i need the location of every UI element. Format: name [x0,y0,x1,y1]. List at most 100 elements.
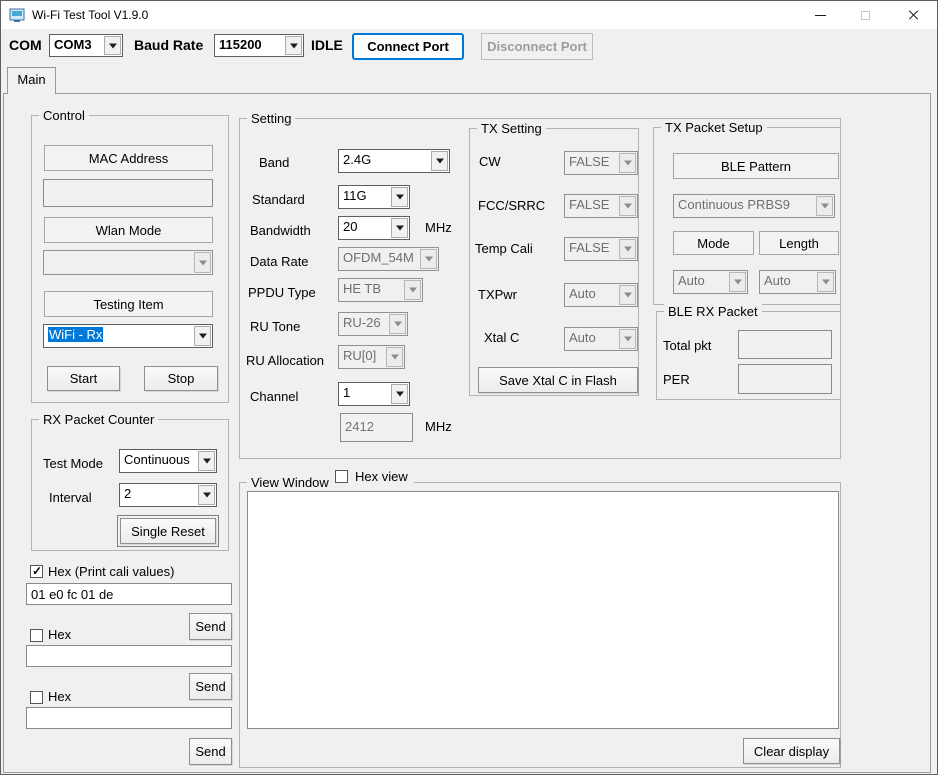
window-title: Wi-Fi Test Tool V1.9.0 [32,8,148,22]
channel-value: 1 [339,383,390,405]
single-reset-button[interactable]: Single Reset [120,518,216,544]
length-value: Auto [760,271,816,293]
chevron-down-icon [420,249,437,269]
wlan-mode-button[interactable]: Wlan Mode [44,217,213,243]
chevron-down-icon [619,239,636,259]
per-field [738,364,832,394]
ru-tone-select: RU-26 [338,312,408,336]
hex-input-2[interactable] [26,645,232,667]
chevron-down-icon [431,151,448,171]
chevron-down-icon [391,187,408,207]
chevron-down-icon [619,153,636,173]
minimize-button[interactable] [798,1,843,29]
ppdu-type-select: HE TB [338,278,423,302]
rx-packet-counter-title: RX Packet Counter [39,412,158,427]
wlan-mode-value [44,251,193,274]
length-button[interactable]: Length [759,231,839,255]
maximize-button [843,1,888,29]
mode-select: Auto [673,270,748,294]
testing-item-select[interactable]: WiFi - Rx [43,324,213,348]
standard-select[interactable]: 11G [338,185,410,209]
hex-cali-input[interactable] [26,583,232,605]
test-mode-select[interactable]: Continuous [119,449,217,473]
ru-tone-value: RU-26 [339,313,388,335]
interval-select[interactable]: 2 [119,483,217,507]
maximize-icon [861,11,870,20]
ppdu-type-label: PPDU Type [248,285,316,300]
frequency-field: 2412 [340,413,413,442]
chevron-down-icon [386,347,403,367]
ble-pattern-value: Continuous PRBS9 [674,195,815,217]
hex-label-3: Hex [48,689,71,704]
mode-button[interactable]: Mode [673,231,754,255]
chevron-down-icon [104,36,121,55]
chevron-down-icon [194,326,211,346]
hex-checkbox-3[interactable] [30,691,43,704]
send-button-1[interactable]: Send [189,613,232,640]
bandwidth-label: Bandwidth [250,223,311,238]
chevron-down-icon [816,196,833,216]
chevron-down-icon [619,285,636,305]
stop-button[interactable]: Stop [144,366,218,391]
interval-label: Interval [49,490,92,505]
start-button[interactable]: Start [47,366,120,391]
close-button[interactable] [888,1,938,29]
chevron-down-icon [404,280,421,300]
com-port-select[interactable]: COM3 [49,34,123,57]
app-icon [9,7,25,23]
txpwr-value: Auto [565,284,618,306]
control-group-title: Control [39,108,89,123]
baud-rate-label: Baud Rate [134,37,203,53]
wlan-mode-select [43,250,213,275]
hex-input-3[interactable] [26,707,232,729]
tx-setting-title: TX Setting [477,121,546,136]
frequency-unit: MHz [425,419,452,434]
send-button-3[interactable]: Send [189,738,232,765]
ble-pattern-button[interactable]: BLE Pattern [673,153,839,179]
bandwidth-select[interactable]: 20 [338,216,410,240]
ru-allocation-value: RU[0] [339,346,385,368]
temp-cali-value: FALSE [565,238,618,260]
baud-rate-select[interactable]: 115200 [214,34,304,57]
cw-label: CW [479,154,501,169]
fcc-srrc-value: FALSE [565,195,618,217]
hex-view-label: Hex view [355,469,408,484]
chevron-down-icon [619,329,636,349]
data-rate-value: OFDM_54M [339,248,419,270]
standard-label: Standard [252,192,305,207]
per-label: PER [663,372,690,387]
fcc-srrc-select: FALSE [564,194,638,218]
txpwr-select: Auto [564,283,638,307]
chevron-down-icon [391,384,408,404]
connect-port-button[interactable]: Connect Port [352,33,464,60]
chevron-down-icon [391,218,408,238]
title-bar: Wi-Fi Test Tool V1.9.0 [1,1,937,29]
ru-allocation-label: RU Allocation [246,353,324,368]
temp-cali-select: FALSE [564,237,638,261]
testing-item-button[interactable]: Testing Item [44,291,213,317]
length-select: Auto [759,270,836,294]
save-xtal-button[interactable]: Save Xtal C in Flash [478,367,638,393]
tab-main[interactable]: Main [7,67,56,94]
channel-select[interactable]: 1 [338,382,410,406]
mode-value: Auto [674,271,728,293]
view-window-textarea[interactable] [247,491,839,729]
hex-view-checkbox[interactable] [335,470,348,483]
ru-tone-label: RU Tone [250,319,300,334]
ble-pattern-select: Continuous PRBS9 [673,194,835,218]
chevron-down-icon [198,451,215,471]
hex-view-option: Hex view [329,467,414,486]
send-button-2[interactable]: Send [189,673,232,700]
hex-checkbox-2[interactable] [30,629,43,642]
clear-display-button[interactable]: Clear display [743,738,840,764]
chevron-down-icon [198,485,215,505]
hex-cali-checkbox[interactable] [30,565,43,578]
com-label: COM [9,37,42,53]
band-select[interactable]: 2.4G [338,149,450,173]
txpwr-label: TXPwr [478,287,517,302]
standard-value: 11G [339,186,390,208]
app-window: Wi-Fi Test Tool V1.9.0 COM COM3 Baud Rat… [0,0,938,775]
com-port-value: COM3 [50,35,103,56]
tab-main-label: Main [17,72,45,94]
mac-address-button[interactable]: MAC Address [44,145,213,171]
